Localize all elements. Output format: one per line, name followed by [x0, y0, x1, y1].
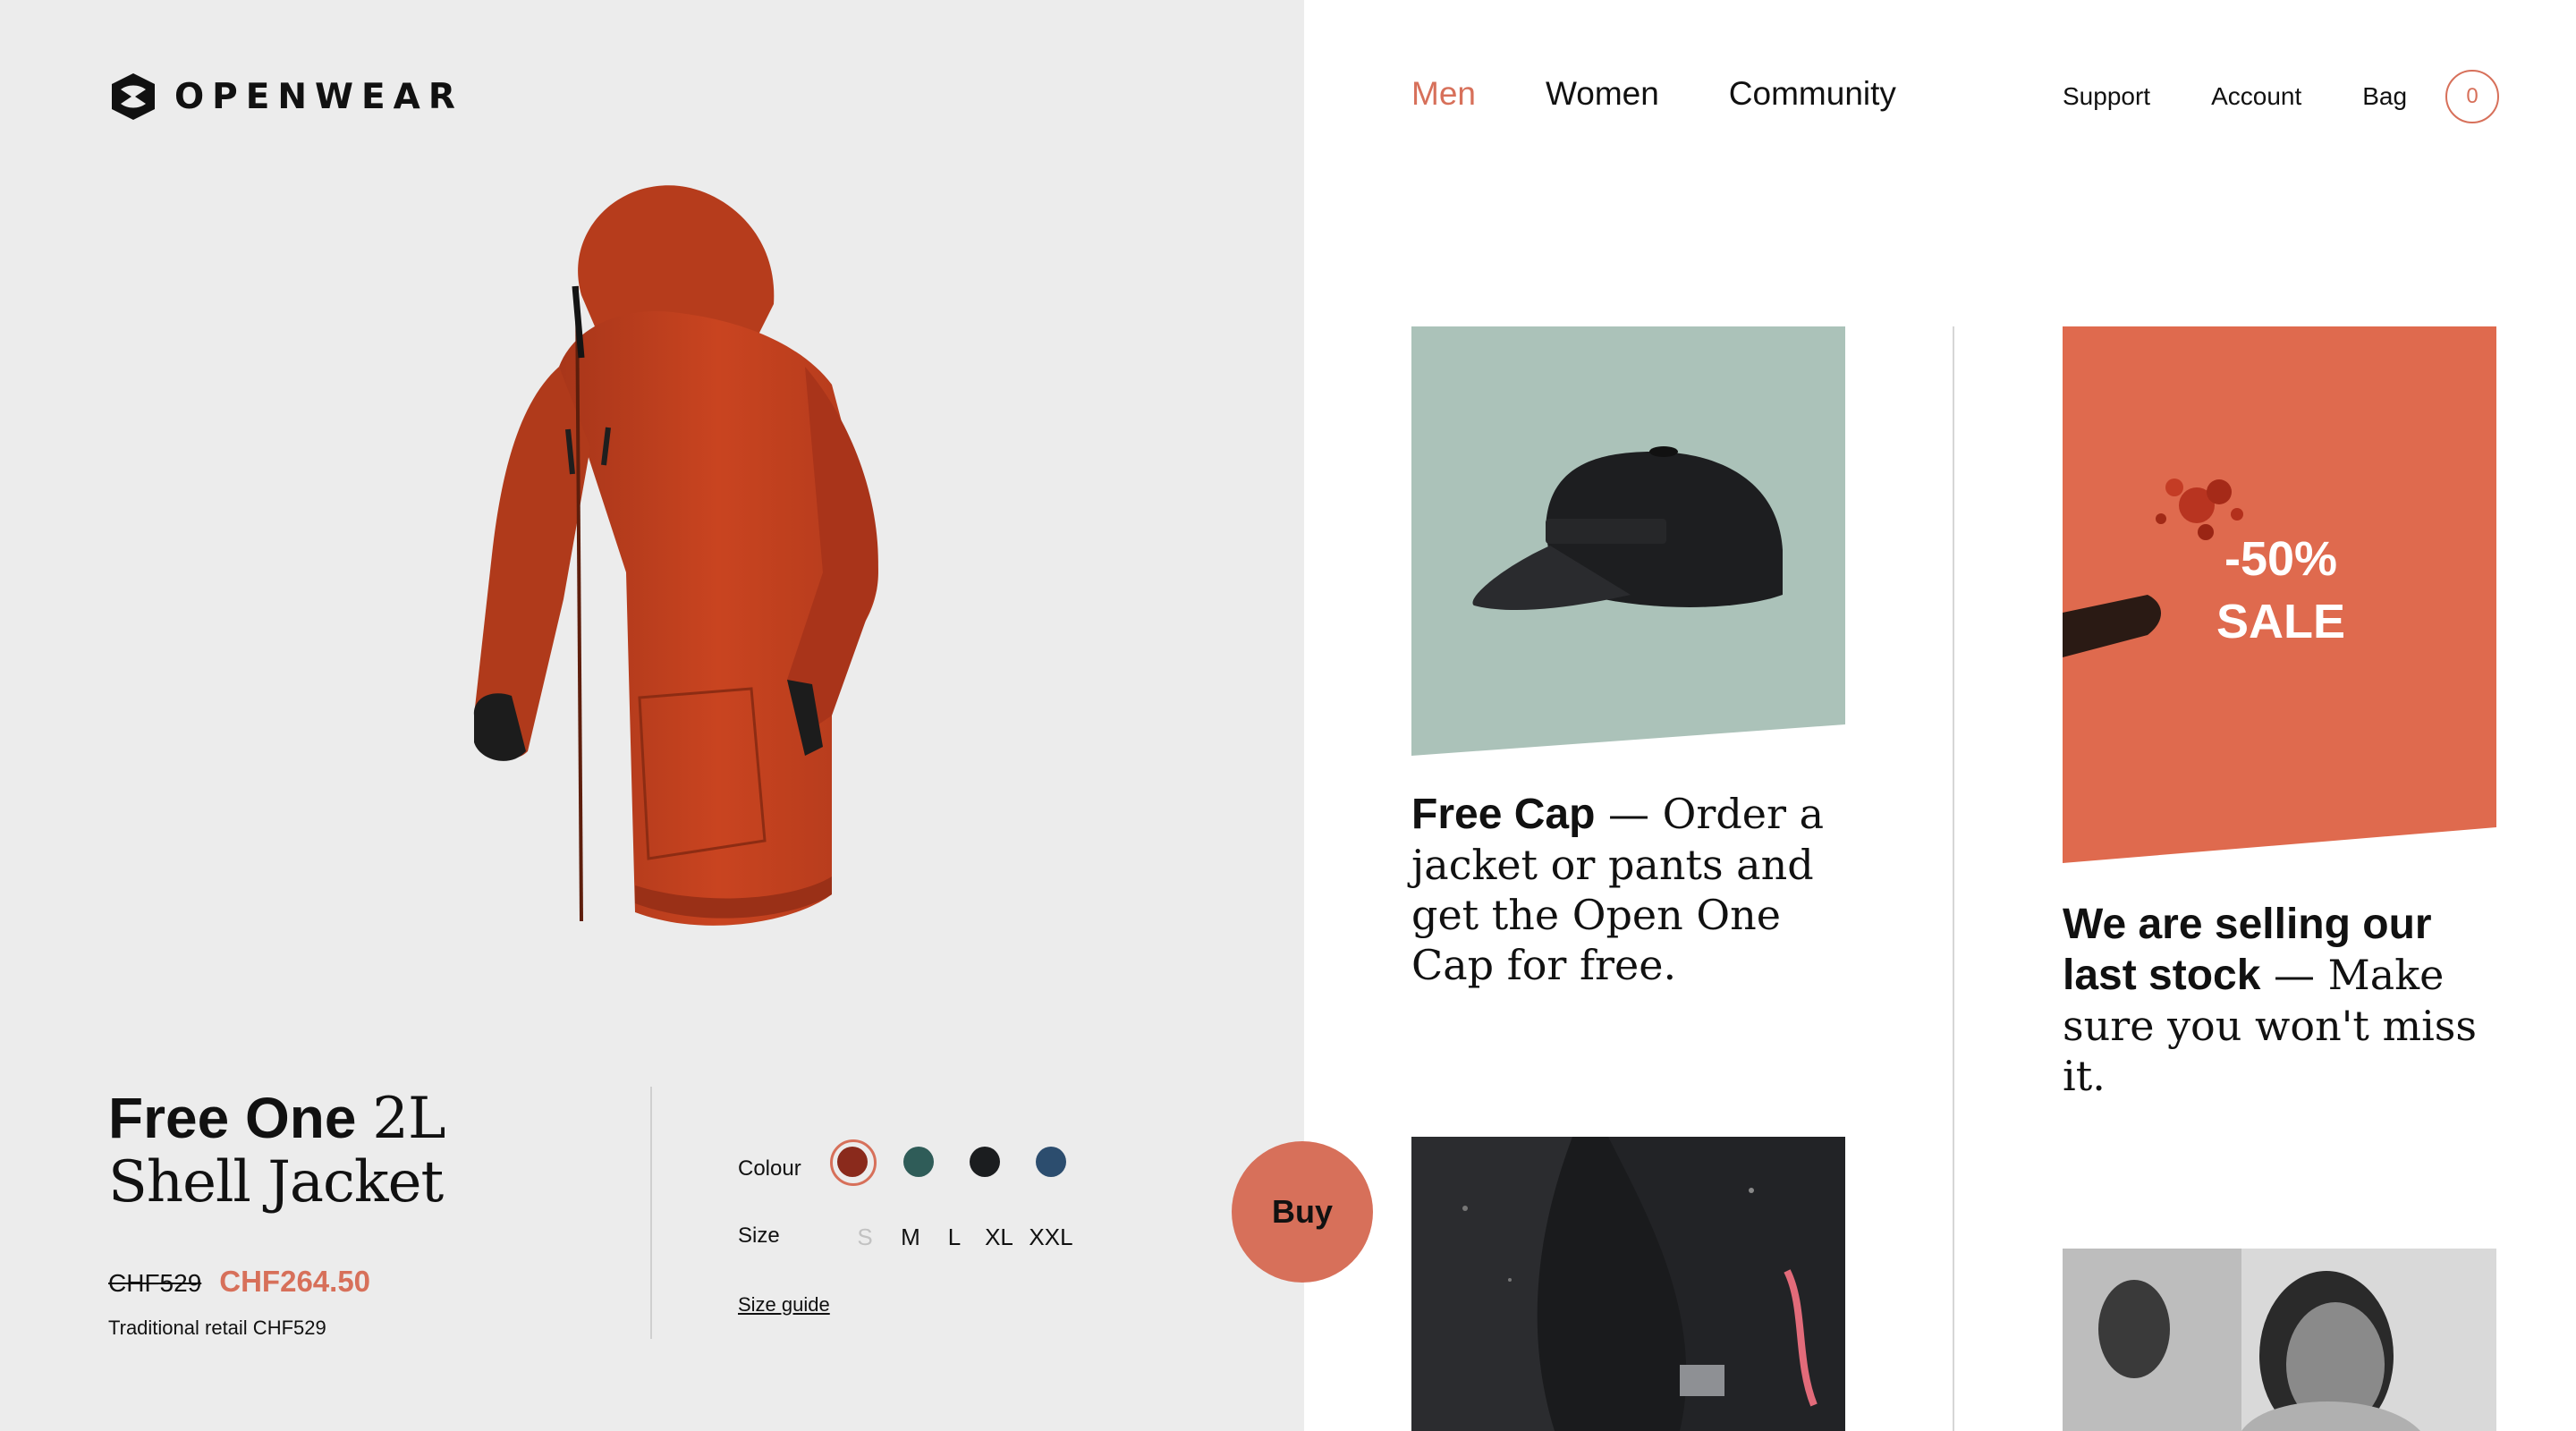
colour-swatch-black[interactable] [970, 1147, 1000, 1177]
size-selector: S M L XL XXL [841, 1224, 1080, 1251]
divider [650, 1087, 652, 1339]
size-option-l[interactable]: L [932, 1224, 977, 1251]
size-option-xxl[interactable]: XXL [1021, 1224, 1080, 1251]
sale-badge-percent: -50% [2224, 532, 2338, 586]
free-cap-image[interactable] [1411, 326, 1845, 756]
community-photo[interactable] [2063, 1249, 2496, 1431]
colour-swatch-teal[interactable] [903, 1147, 934, 1177]
bag-count-badge[interactable]: 0 [2445, 70, 2499, 123]
jacket-product-image [473, 185, 878, 926]
size-label: Size [738, 1224, 780, 1248]
jacket-detail-photo[interactable] [1411, 1137, 1845, 1431]
utility-nav: Support Account Bag [2063, 82, 2407, 111]
nav-item-community[interactable]: Community [1729, 75, 1896, 113]
colour-swatch-navy[interactable] [1036, 1147, 1066, 1177]
nav-item-account[interactable]: Account [2211, 82, 2301, 111]
buy-button[interactable]: Buy [1232, 1141, 1373, 1283]
colour-swatch-rust[interactable] [830, 1139, 877, 1186]
main-nav: Men Women Community [1411, 75, 1896, 113]
size-option-s[interactable]: S [841, 1224, 889, 1251]
openwear-logo-icon [112, 73, 155, 120]
product-panel: OPENWEAR Free One 2L Shell Jacket CHF529… [0, 0, 1304, 1431]
nav-item-support[interactable]: Support [2063, 82, 2150, 111]
old-price: CHF529 [108, 1269, 202, 1297]
colour-label: Colour [738, 1156, 801, 1181]
product-title: Free One 2L Shell Jacket [108, 1087, 445, 1214]
retail-note: Traditional retail CHF529 [108, 1317, 326, 1339]
nav-item-bag[interactable]: Bag [2362, 82, 2407, 111]
size-guide-link[interactable]: Size guide [738, 1293, 830, 1317]
price-block: CHF529 CHF264.50 [108, 1265, 370, 1299]
product-title-light: 2L [372, 1086, 445, 1152]
nav-item-men[interactable]: Men [1411, 75, 1476, 113]
column-divider [1953, 326, 1954, 1431]
brand-name: OPENWEAR [174, 76, 463, 117]
sale-promo-text[interactable]: We are selling our last stock — Make sur… [2063, 899, 2510, 1101]
sale-badge-label: SALE [2216, 595, 2346, 648]
nav-item-women[interactable]: Women [1546, 75, 1659, 113]
sale-price: CHF264.50 [219, 1265, 371, 1298]
sale-badge: -50% SALE [2165, 528, 2397, 653]
product-title-bold: Free One [108, 1086, 357, 1150]
free-cap-promo-text[interactable]: Free Cap — Order a jacket or pants and g… [1411, 789, 1859, 990]
free-cap-title: Free Cap [1411, 791, 1596, 838]
size-option-xl[interactable]: XL [977, 1224, 1021, 1251]
size-option-m[interactable]: M [889, 1224, 932, 1251]
brand-logo[interactable]: OPENWEAR [108, 72, 463, 122]
product-title-line2: Shell Jacket [108, 1149, 444, 1215]
